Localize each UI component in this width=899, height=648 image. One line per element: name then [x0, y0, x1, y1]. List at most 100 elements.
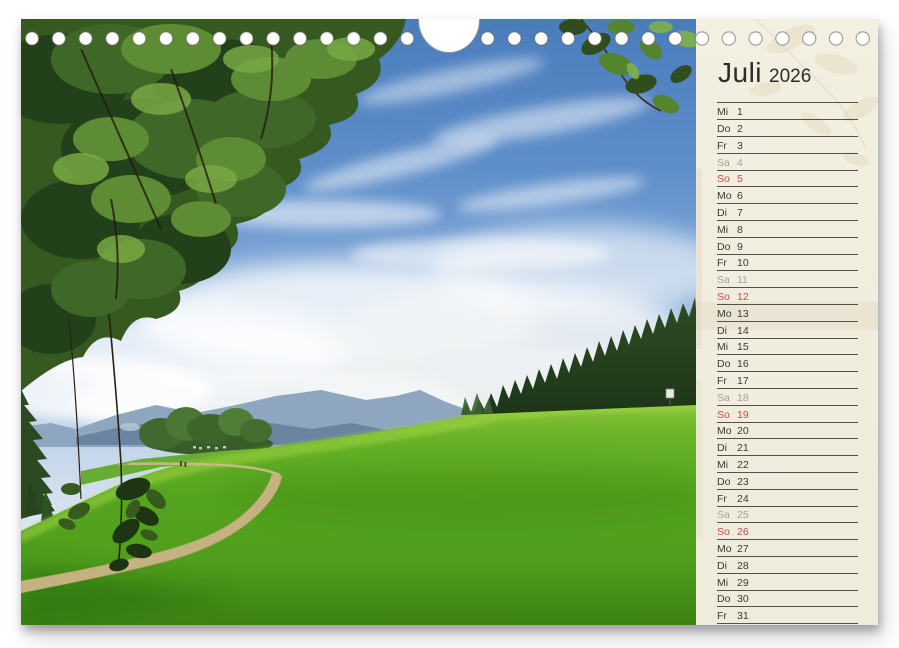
- day-row: Sa 11: [717, 271, 858, 288]
- day-abbr: Do: [717, 359, 737, 370]
- day-abbr: Di: [717, 561, 737, 572]
- day-number: 14: [737, 326, 749, 337]
- day-row: Sa 4: [717, 154, 858, 171]
- day-number: 9: [737, 242, 743, 253]
- day-number: 21: [737, 443, 749, 454]
- day-number: 29: [737, 578, 749, 589]
- day-row: So 26: [717, 523, 858, 540]
- day-row: [717, 87, 858, 104]
- year-label: 2026: [769, 66, 811, 87]
- day-number: 4: [737, 158, 743, 169]
- day-number: 11: [737, 275, 748, 286]
- day-abbr: Mo: [717, 191, 737, 202]
- day-abbr: Sa: [717, 510, 737, 521]
- day-row: Mi 29: [717, 574, 858, 591]
- day-abbr: So: [717, 292, 737, 303]
- day-row: Di 21: [717, 439, 858, 456]
- day-row: Mo 13: [717, 305, 858, 322]
- day-row: Fr 17: [717, 372, 858, 389]
- day-row: Do 16: [717, 355, 858, 372]
- day-number: 7: [737, 208, 743, 219]
- day-row: Di 28: [717, 557, 858, 574]
- day-row: Mo 27: [717, 540, 858, 557]
- day-abbr: Fr: [717, 494, 737, 505]
- day-number: 1: [737, 107, 743, 118]
- day-abbr: Mi: [717, 342, 737, 353]
- day-row: Mi 22: [717, 456, 858, 473]
- day-number: 24: [737, 494, 749, 505]
- day-number: 31: [737, 611, 749, 622]
- day-number: 18: [737, 393, 749, 404]
- day-row: So 12: [717, 288, 858, 305]
- day-abbr: Fr: [717, 141, 737, 152]
- day-number: 25: [737, 510, 749, 521]
- day-number: 30: [737, 594, 749, 605]
- day-number: 2: [737, 124, 743, 135]
- date-panel: Juli2026 Mi 1 Do 2 Fr 3 Sa 4: [696, 19, 878, 625]
- day-abbr: Do: [717, 242, 737, 253]
- day-number: 13: [737, 309, 749, 320]
- day-number: 8: [737, 225, 743, 236]
- day-number: 20: [737, 426, 749, 437]
- day-number: 23: [737, 477, 749, 488]
- day-abbr: Mo: [717, 309, 737, 320]
- day-number: 3: [737, 141, 743, 152]
- day-abbr: So: [717, 174, 737, 185]
- day-row: Sa 18: [717, 389, 858, 406]
- day-row: Mi 1: [717, 103, 858, 120]
- day-number: 6: [737, 191, 743, 202]
- day-abbr: Do: [717, 477, 737, 488]
- day-row: Fr 3: [717, 137, 858, 154]
- day-row: Di 7: [717, 204, 858, 221]
- day-row: Do 9: [717, 238, 858, 255]
- day-row: Mo 6: [717, 187, 858, 204]
- day-abbr: Fr: [717, 376, 737, 387]
- day-abbr: Di: [717, 443, 737, 454]
- day-abbr: Mi: [717, 460, 737, 471]
- month-title: Juli: [718, 57, 762, 88]
- day-abbr: Mi: [717, 225, 737, 236]
- day-row: Fr 10: [717, 255, 858, 272]
- day-abbr: Fr: [717, 611, 737, 622]
- day-row: Do 2: [717, 120, 858, 137]
- day-row: So 5: [717, 171, 858, 188]
- day-number: 10: [737, 258, 749, 269]
- day-abbr: Sa: [717, 393, 737, 404]
- day-number: 5: [737, 174, 743, 185]
- calendar-scan: Juli2026 Mi 1 Do 2 Fr 3 Sa 4: [0, 0, 899, 648]
- day-abbr: Di: [717, 326, 737, 337]
- day-abbr: Fr: [717, 258, 737, 269]
- day-abbr: Do: [717, 124, 737, 135]
- day-number: 28: [737, 561, 749, 572]
- day-abbr: Mi: [717, 107, 737, 118]
- day-number: 17: [737, 376, 749, 387]
- day-abbr: So: [717, 410, 737, 421]
- day-abbr: Sa: [717, 275, 737, 286]
- day-abbr: Sa: [717, 158, 737, 169]
- calendar-page: Juli2026 Mi 1 Do 2 Fr 3 Sa 4: [21, 19, 878, 625]
- day-number: 15: [737, 342, 749, 353]
- day-number: 27: [737, 544, 749, 555]
- day-row: Mi 15: [717, 339, 858, 356]
- day-abbr: Di: [717, 208, 737, 219]
- day-abbr: So: [717, 527, 737, 538]
- day-row: Fr 24: [717, 490, 858, 507]
- day-row: Fr 31: [717, 607, 858, 624]
- day-row: Sa 25: [717, 507, 858, 524]
- day-number: 16: [737, 359, 749, 370]
- page-title: Juli 2026: [718, 57, 811, 89]
- day-row: So 19: [717, 406, 858, 423]
- day-number: 26: [737, 527, 749, 538]
- day-row: Do 30: [717, 591, 858, 608]
- day-row: Mo 20: [717, 423, 858, 440]
- day-row: Do 23: [717, 473, 858, 490]
- day-row: Di 14: [717, 322, 858, 339]
- day-abbr: Mo: [717, 426, 737, 437]
- day-list: Mi 1 Do 2 Fr 3 Sa 4 So 5 Mo 6: [717, 87, 858, 625]
- day-number: 22: [737, 460, 749, 471]
- day-number: 19: [737, 410, 749, 421]
- day-abbr: Mi: [717, 578, 737, 589]
- day-abbr: Do: [717, 594, 737, 605]
- day-number: 12: [737, 292, 749, 303]
- day-row: Mi 8: [717, 221, 858, 238]
